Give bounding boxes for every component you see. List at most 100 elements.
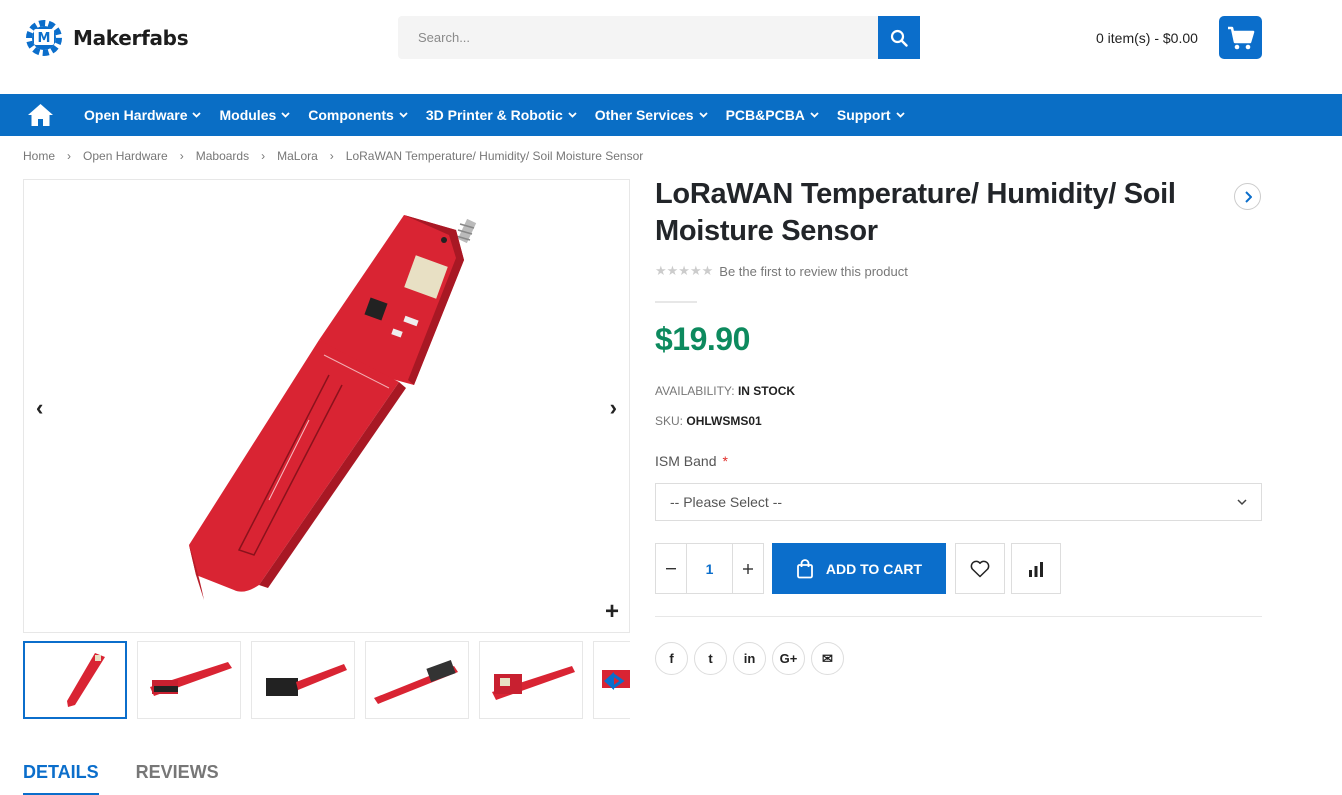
breadcrumb-link-home[interactable]: Home bbox=[23, 149, 55, 163]
next-product-button[interactable] bbox=[1234, 183, 1261, 210]
heart-icon bbox=[970, 560, 990, 577]
product-image[interactable] bbox=[164, 200, 504, 600]
bar-chart-icon bbox=[1029, 561, 1043, 577]
quantity-stepper: 1 bbox=[655, 543, 764, 594]
divider bbox=[655, 616, 1262, 617]
product-rating: ★★★★★ Be the first to review this produc… bbox=[655, 263, 908, 279]
antenna-spring bbox=[455, 218, 477, 244]
nav-item-label: Support bbox=[836, 107, 891, 123]
nav-menu: Open Hardware Modules Components 3D Prin… bbox=[84, 94, 923, 136]
breadcrumb-current: LoRaWAN Temperature/ Humidity/ Soil Mois… bbox=[345, 149, 644, 163]
nav-item-label: Modules bbox=[219, 107, 277, 123]
chevron-down-icon bbox=[1237, 498, 1247, 505]
availability-value: IN STOCK bbox=[737, 384, 796, 398]
ism-band-selected-value: -- Please Select -- bbox=[670, 494, 783, 510]
nav-item-3d-printer-robotic[interactable]: 3D Printer & Robotic bbox=[426, 107, 577, 123]
product-gallery: ‹ › + bbox=[23, 179, 630, 633]
search-bar bbox=[398, 16, 920, 59]
product-price: $19.90 bbox=[655, 321, 750, 357]
nav-item-label: 3D Printer & Robotic bbox=[425, 107, 563, 123]
twitter-share-icon[interactable]: t bbox=[694, 642, 727, 675]
thumbnail[interactable] bbox=[137, 641, 241, 719]
chevron-right-icon bbox=[1244, 190, 1252, 203]
thumbnail-image bbox=[374, 659, 458, 704]
add-to-cart-label: ADD TO CART bbox=[825, 560, 923, 577]
thumbnail[interactable] bbox=[365, 641, 469, 719]
thumbnail-image bbox=[266, 664, 347, 696]
shopping-bag-icon bbox=[797, 558, 813, 578]
ism-band-select[interactable]: -- Please Select -- bbox=[655, 483, 1262, 521]
breadcrumb-separator-icon: › bbox=[67, 149, 72, 163]
chevron-down-icon bbox=[568, 112, 577, 118]
nav-item-label: PCB&PCBA bbox=[725, 107, 805, 123]
facebook-share-icon[interactable]: f bbox=[655, 642, 688, 675]
nav-item-label: Components bbox=[308, 107, 394, 123]
chevron-down-icon bbox=[281, 112, 290, 118]
nav-item-pcb-pcba[interactable]: PCB&PCBA bbox=[726, 107, 819, 123]
thumbnail-image bbox=[67, 653, 105, 707]
sku-value: OHLWSMS01 bbox=[686, 414, 762, 428]
review-link[interactable]: Be the first to review this product bbox=[719, 264, 908, 279]
rating-stars-icon: ★★★★★ bbox=[655, 263, 714, 278]
logo-text: Makerfabs bbox=[73, 26, 189, 50]
product-title: LoRaWAN Temperature/ Humidity/ Soil Mois… bbox=[655, 178, 1176, 247]
gallery-next-arrow-icon[interactable]: › bbox=[610, 395, 617, 421]
plus-icon bbox=[742, 563, 753, 574]
linkedin-share-icon[interactable]: in bbox=[733, 642, 766, 675]
search-icon bbox=[890, 29, 908, 47]
breadcrumb-separator-icon: › bbox=[329, 149, 334, 163]
tab-reviews[interactable]: REVIEWS bbox=[136, 762, 219, 795]
google-plus-share-icon[interactable]: G+ bbox=[772, 642, 805, 675]
sku-label: SKU: bbox=[655, 414, 684, 428]
chevron-down-icon bbox=[399, 112, 408, 118]
thumbnail[interactable] bbox=[479, 641, 583, 719]
chevron-down-icon bbox=[698, 112, 708, 118]
thumbnail-image bbox=[150, 662, 232, 696]
chevron-down-icon bbox=[895, 112, 905, 118]
availability-label: AVAILABILITY: bbox=[655, 384, 735, 398]
minus-icon bbox=[666, 567, 677, 569]
nav-item-support[interactable]: Support bbox=[837, 107, 905, 123]
nav-item-open-hardware[interactable]: Open Hardware bbox=[84, 107, 202, 123]
required-asterisk: * bbox=[722, 453, 728, 469]
gallery-prev-arrow-icon[interactable]: ‹ bbox=[36, 395, 43, 421]
breadcrumb-link-malora[interactable]: MaLora bbox=[277, 149, 318, 163]
thumbnail[interactable] bbox=[251, 641, 355, 719]
product-tabs: DETAILS REVIEWS bbox=[23, 762, 256, 795]
email-share-icon[interactable]: ✉ bbox=[811, 642, 844, 675]
thumbnail-strip bbox=[23, 641, 630, 721]
nav-item-label: Open Hardware bbox=[84, 107, 188, 123]
tab-details[interactable]: DETAILS bbox=[23, 762, 99, 795]
zoom-icon[interactable]: + bbox=[605, 600, 619, 624]
nav-item-other-services[interactable]: Other Services bbox=[595, 107, 708, 123]
main-nav: Open Hardware Modules Components 3D Prin… bbox=[0, 94, 1342, 136]
site-header: M Makerfabs 0 item(s) - $0.00 bbox=[0, 0, 1342, 94]
shopping-cart-icon bbox=[1227, 26, 1254, 49]
compare-button[interactable] bbox=[1011, 543, 1061, 594]
thumbnail-next-arrow-icon[interactable] bbox=[600, 668, 630, 694]
cart-summary[interactable]: 0 item(s) - $0.00 bbox=[1096, 30, 1198, 46]
search-input[interactable] bbox=[398, 16, 878, 59]
breadcrumb-separator-icon: › bbox=[261, 149, 266, 163]
site-logo[interactable]: M Makerfabs bbox=[23, 17, 189, 59]
quantity-decrement-button[interactable] bbox=[656, 544, 686, 593]
wishlist-button[interactable] bbox=[955, 543, 1005, 594]
thumbnail-image bbox=[492, 666, 575, 700]
search-button[interactable] bbox=[878, 16, 920, 59]
svg-text:M: M bbox=[38, 31, 51, 46]
quantity-increment-button[interactable] bbox=[733, 544, 763, 593]
add-to-cart-button[interactable]: ADD TO CART bbox=[772, 543, 946, 594]
quantity-input[interactable]: 1 bbox=[686, 544, 733, 593]
nav-item-label: Other Services bbox=[594, 107, 694, 123]
divider bbox=[655, 301, 697, 303]
availability: AVAILABILITY: IN STOCK bbox=[655, 384, 795, 398]
breadcrumb-separator-icon: › bbox=[179, 149, 184, 163]
breadcrumb-link-open-hardware[interactable]: Open Hardware bbox=[83, 149, 168, 163]
thumbnail[interactable] bbox=[23, 641, 127, 719]
breadcrumb-link-maboards[interactable]: Maboards bbox=[196, 149, 249, 163]
makerfabs-logo-icon: M bbox=[26, 20, 62, 56]
nav-item-components[interactable]: Components bbox=[308, 107, 408, 123]
home-icon[interactable] bbox=[27, 103, 54, 127]
cart-button[interactable] bbox=[1219, 16, 1262, 59]
nav-item-modules[interactable]: Modules bbox=[219, 107, 290, 123]
